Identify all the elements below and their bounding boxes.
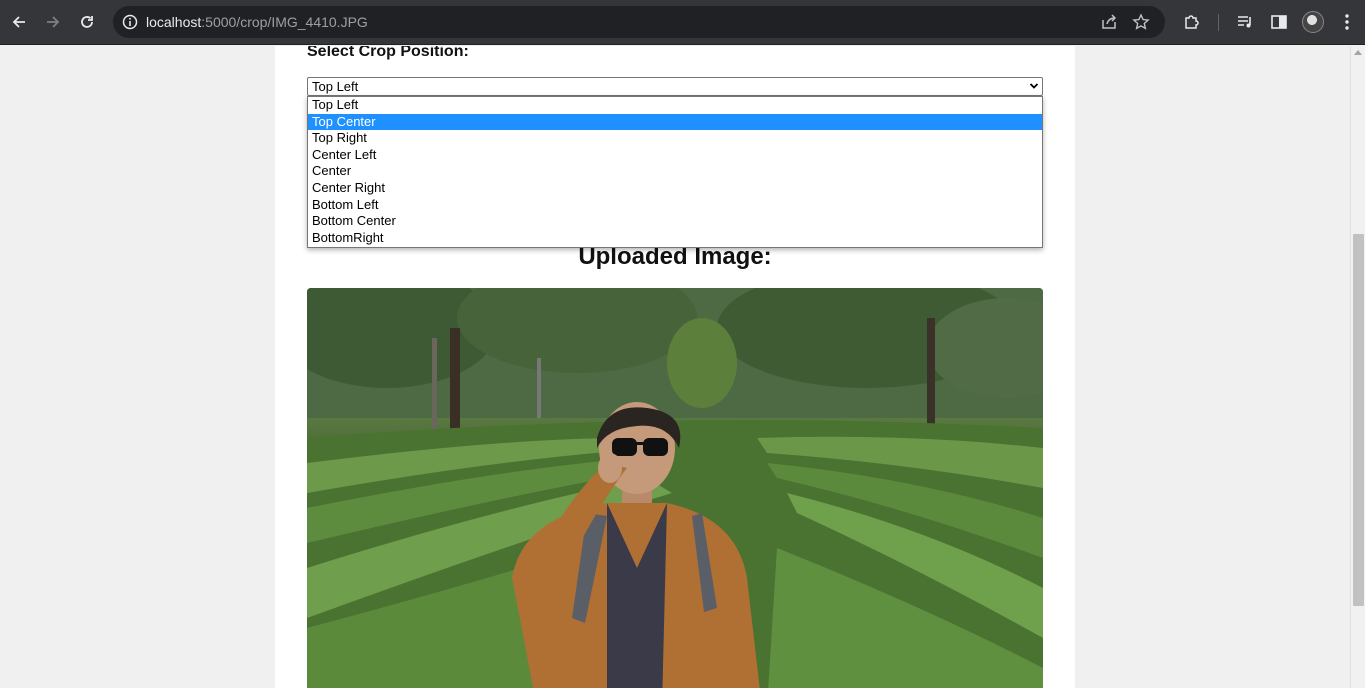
extensions-icon[interactable] [1182, 12, 1202, 32]
menu-icon[interactable] [1337, 12, 1357, 32]
avatar[interactable] [1302, 11, 1324, 33]
option-center-right[interactable]: Center Right [308, 180, 1042, 197]
page-viewport: Select Crop Position: Top Left Top Left … [0, 46, 1350, 688]
back-icon[interactable] [6, 9, 32, 35]
url-path: :5000/crop/IMG_4410.JPG [201, 14, 368, 30]
content-card: Select Crop Position: Top Left Top Left … [275, 46, 1075, 688]
crop-position-label: Select Crop Position: [307, 46, 469, 60]
scroll-up-icon[interactable] [1354, 50, 1362, 55]
star-icon[interactable] [1132, 13, 1150, 31]
share-icon[interactable] [1100, 13, 1118, 31]
browser-toolbar: localhost:5000/crop/IMG_4410.JPG [0, 0, 1365, 45]
chevron-down-icon [1029, 83, 1039, 89]
url-text[interactable]: localhost:5000/crop/IMG_4410.JPG [146, 14, 368, 30]
option-top-right[interactable]: Top Right [308, 130, 1042, 147]
option-center[interactable]: Center [308, 163, 1042, 180]
info-icon[interactable] [121, 13, 139, 31]
option-top-left[interactable]: Top Left [308, 97, 1042, 114]
option-bottom-left[interactable]: Bottom Left [308, 197, 1042, 214]
photo-illustration [307, 288, 1043, 688]
uploaded-image [307, 288, 1043, 688]
url-host: localhost [146, 14, 202, 30]
side-panel-icon[interactable] [1269, 12, 1289, 32]
reload-icon[interactable] [74, 9, 100, 35]
option-bottom-center[interactable]: Bottom Center [308, 213, 1042, 230]
address-bar[interactable]: localhost:5000/crop/IMG_4410.JPG [113, 6, 1165, 38]
toolbar-divider [1218, 14, 1219, 31]
option-top-center[interactable]: Top Center [308, 113, 1042, 131]
crop-position-select[interactable]: Top Left [307, 77, 1043, 96]
forward-icon[interactable] [40, 9, 66, 35]
page-scrollbar[interactable] [1350, 46, 1365, 688]
option-bottom-right[interactable]: BottomRight [308, 230, 1042, 247]
select-current-value: Top Left [312, 79, 359, 94]
option-center-left[interactable]: Center Left [308, 147, 1042, 164]
crop-position-dropdown: Top Left Top Center Top Right Center Lef… [307, 96, 1043, 248]
scrollbar-thumb[interactable] [1353, 234, 1364, 606]
media-icon[interactable] [1235, 12, 1255, 32]
